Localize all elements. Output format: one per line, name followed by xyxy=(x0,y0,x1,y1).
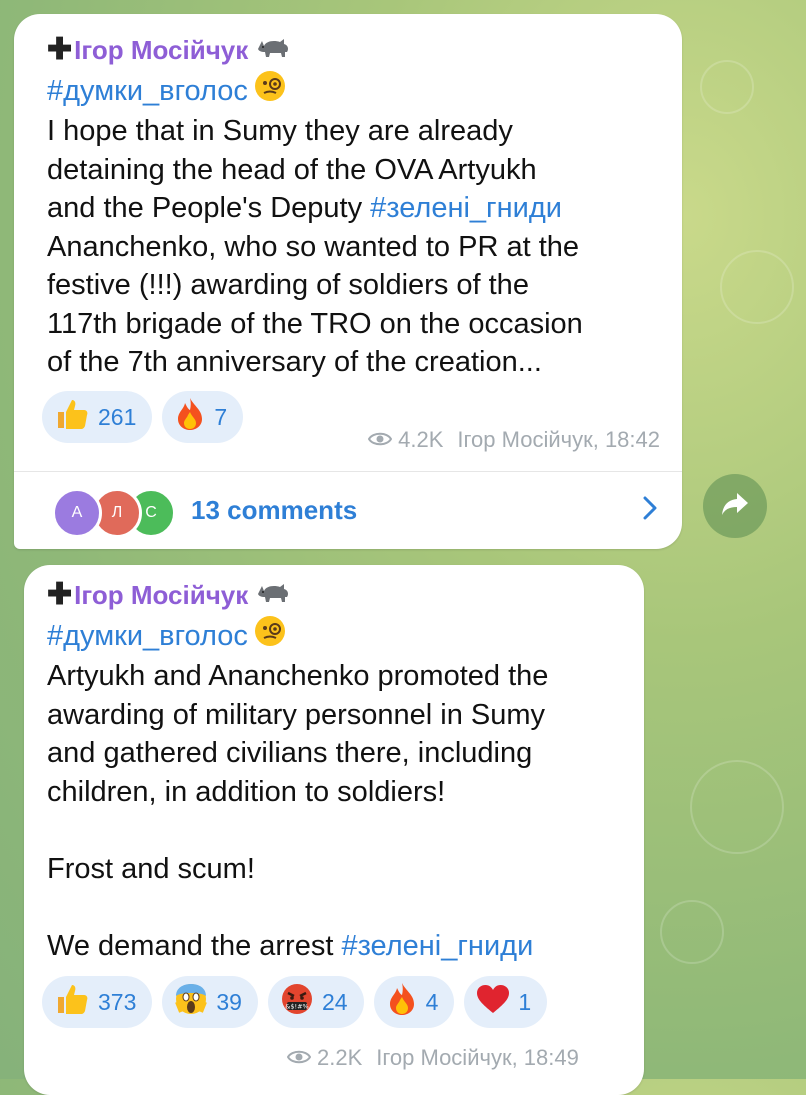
cursing-face-icon: &$!#% xyxy=(280,982,314,1022)
view-count: 2.2K xyxy=(317,1045,363,1070)
cross-icon: ✚ xyxy=(47,33,73,66)
screaming-face-icon xyxy=(174,982,208,1022)
reaction-chip[interactable]: 39 xyxy=(162,976,258,1028)
message-meta: 2.2K Ігор Мосійчук, 18:49 xyxy=(286,1045,579,1071)
eye-icon xyxy=(286,1045,312,1071)
reaction-chip[interactable]: 261 xyxy=(42,391,153,443)
face-with-monocle-icon xyxy=(254,70,286,112)
comments-button[interactable]: А Л С 13 comments xyxy=(14,471,682,549)
svg-text:&$!#%: &$!#% xyxy=(285,1003,308,1011)
red-heart-icon xyxy=(476,984,510,1020)
reaction-bar: 261 7 xyxy=(42,391,244,443)
hashtag-link[interactable]: #думки_вголос xyxy=(47,72,248,110)
eye-icon xyxy=(367,427,393,453)
reaction-chip[interactable]: 7 xyxy=(162,391,244,443)
hashtag-link[interactable]: #думки_вголос xyxy=(47,617,248,655)
message-text: I hope that in Sumy they are already det… xyxy=(47,115,583,378)
author-time: Ігор Мосійчук, 18:42 xyxy=(457,427,660,452)
reaction-chip[interactable]: 373 xyxy=(42,976,153,1028)
channel-post[interactable]: ✚ Ігор Мосійчук #думки_вголос Artyukh an… xyxy=(24,565,644,1095)
bg-doodle xyxy=(690,760,784,854)
sender-name[interactable]: ✚ Ігор Мосійчук xyxy=(47,577,624,613)
face-with-monocle-icon xyxy=(254,615,286,657)
share-arrow-icon xyxy=(720,491,750,522)
thumbs-up-icon xyxy=(54,981,90,1023)
reaction-chip[interactable]: &$!#% 24 xyxy=(267,976,364,1028)
hashtag-link[interactable]: #зелені_гниди xyxy=(341,930,533,962)
rhino-icon xyxy=(256,580,290,611)
cross-icon: ✚ xyxy=(47,578,73,611)
bg-doodle xyxy=(700,60,754,114)
comments-label: 13 comments xyxy=(191,494,358,525)
message-text: Artyukh and Ananchenko promoted the awar… xyxy=(47,660,549,962)
rhino-icon xyxy=(256,35,290,66)
reaction-chip[interactable]: 1 xyxy=(464,976,548,1028)
share-button[interactable] xyxy=(703,474,767,538)
fire-icon xyxy=(386,981,418,1023)
fire-icon xyxy=(174,396,206,438)
channel-post[interactable]: ✚ Ігор Мосійчук #думки_вголос I hope tha… xyxy=(14,14,682,549)
avatar: А xyxy=(52,488,102,538)
thumbs-up-icon xyxy=(54,396,90,438)
hashtag-link[interactable]: #зелені_гниди xyxy=(370,192,562,224)
chevron-right-icon xyxy=(642,495,658,526)
sender-name[interactable]: ✚ Ігор Мосійчук xyxy=(47,32,662,68)
bg-doodle xyxy=(660,900,724,964)
author-time: Ігор Мосійчук, 18:49 xyxy=(376,1045,579,1070)
bg-doodle xyxy=(720,250,794,324)
reaction-chip[interactable]: 4 xyxy=(373,976,455,1028)
view-count: 4.2K xyxy=(398,427,444,452)
message-meta: 4.2K Ігор Мосійчук, 18:42 xyxy=(367,427,660,453)
reaction-bar: 373 39 &$!#% 24 4 1 xyxy=(42,976,548,1028)
